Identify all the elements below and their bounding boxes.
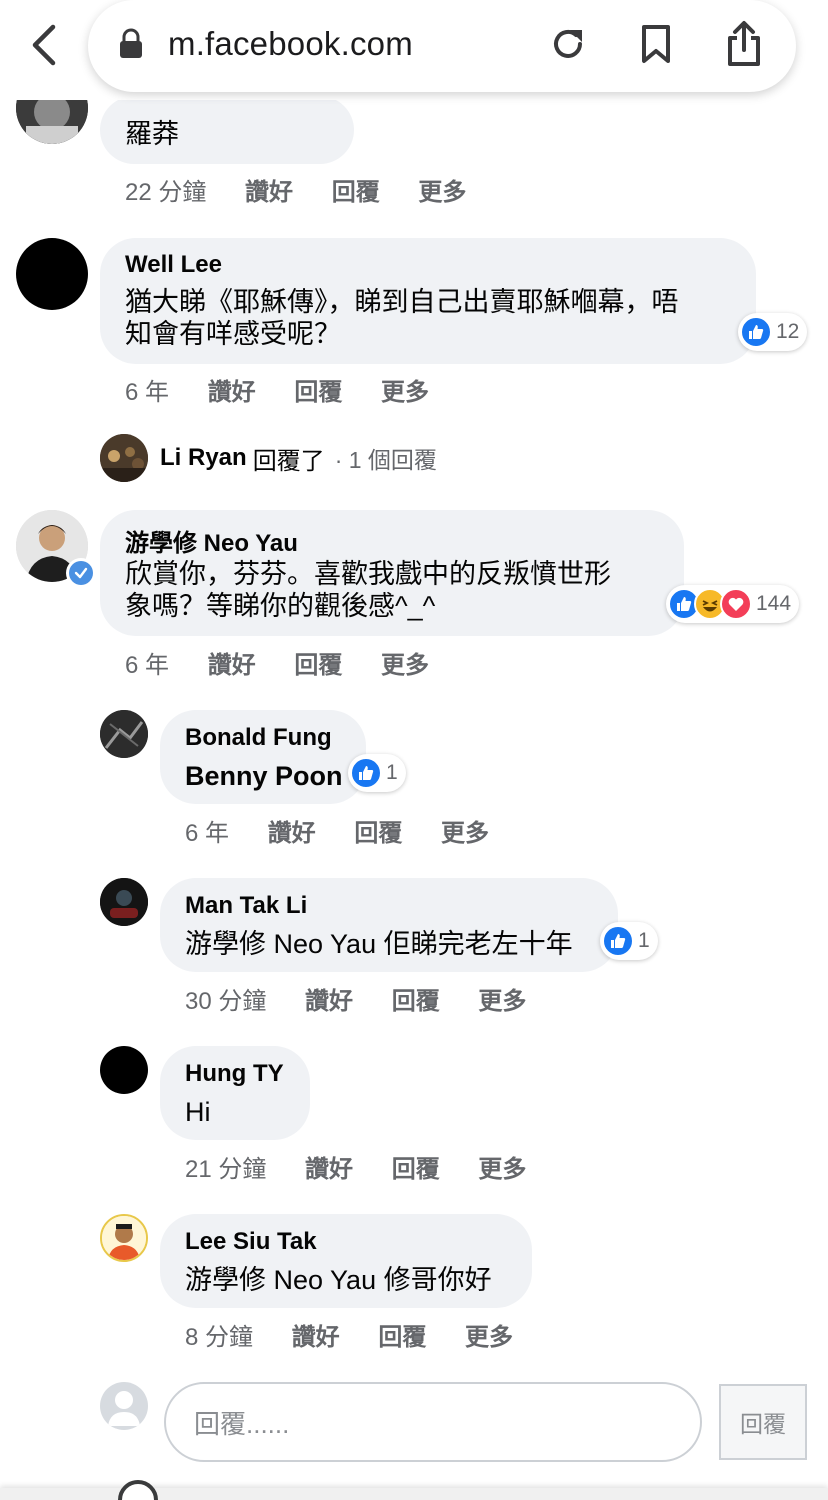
more-link[interactable]: 更多 xyxy=(381,379,429,406)
comment-text-line: 象嗎？等睇你的觀後感^_^ xyxy=(125,591,436,621)
comment-author[interactable]: 游學修 Neo Yau xyxy=(125,523,298,558)
avatar[interactable] xyxy=(100,710,148,758)
like-link[interactable]: 讚好 xyxy=(268,820,316,847)
reply-author[interactable]: Bonald Fung xyxy=(185,724,332,752)
reply-input-placeholder: 回覆...... xyxy=(194,1408,290,1439)
reply-input[interactable]: 回覆...... xyxy=(164,1382,702,1462)
reply-link[interactable]: 回覆 xyxy=(378,1324,426,1351)
back-button[interactable] xyxy=(24,22,64,68)
reply-meta: 30 分鐘 讚好 回覆 更多 xyxy=(185,981,558,1016)
reply-time: 30 分鐘 xyxy=(185,988,267,1015)
share-icon[interactable] xyxy=(724,20,764,68)
like-link[interactable]: 讚好 xyxy=(305,988,353,1015)
more-link[interactable]: 更多 xyxy=(441,820,489,847)
chevron-left-icon xyxy=(32,24,56,66)
avatar-photo-icon xyxy=(102,1216,146,1260)
avatar-photo-icon xyxy=(100,878,148,926)
reply-link[interactable]: 回覆 xyxy=(332,179,380,206)
comment-author[interactable]: Well Lee xyxy=(125,251,222,279)
reaction-count: 144 xyxy=(756,592,792,615)
reaction-summary[interactable]: 12 xyxy=(738,313,808,351)
url-text[interactable]: m.facebook.com xyxy=(168,25,413,63)
reply-link[interactable]: 回覆 xyxy=(354,820,402,847)
reply-time: 8 分鐘 xyxy=(185,1324,254,1351)
lock-icon xyxy=(120,28,142,58)
reply-author[interactable]: Hung TY xyxy=(185,1060,284,1088)
reaction-count: 1 xyxy=(638,929,650,952)
avatar[interactable] xyxy=(100,878,148,926)
like-link[interactable]: 讚好 xyxy=(245,179,293,206)
emoji-icon[interactable] xyxy=(118,1480,158,1500)
reaction-summary[interactable]: 144 xyxy=(666,585,800,623)
reply-submit-button[interactable]: 回覆 xyxy=(719,1384,807,1460)
more-link[interactable]: 更多 xyxy=(465,1324,513,1351)
browser-toolbar: m.facebook.com xyxy=(0,0,828,100)
reply-meta: 6 年 讚好 回覆 更多 xyxy=(185,813,521,848)
reaction-summary[interactable]: 1 xyxy=(600,922,658,960)
reply-text: Benny Poon xyxy=(185,761,343,791)
like-reaction-icon xyxy=(740,316,772,348)
comment-time: 6 年 xyxy=(125,379,170,406)
replies-count: · 1 個回覆 xyxy=(334,447,437,473)
bookmark-icon[interactable] xyxy=(638,24,674,64)
more-link[interactable]: 更多 xyxy=(478,988,526,1015)
reaction-count: 12 xyxy=(776,320,800,343)
more-link[interactable]: 更多 xyxy=(381,652,429,679)
like-link[interactable]: 讚好 xyxy=(305,1156,353,1183)
reply-link[interactable]: 回覆 xyxy=(392,1156,440,1183)
comment-time: 22 分鐘 xyxy=(125,179,207,206)
reply-author[interactable]: Man Tak Li xyxy=(185,892,307,920)
replies-text: 回覆了 xyxy=(252,447,325,475)
more-link[interactable]: 更多 xyxy=(418,179,466,206)
comment-meta: 6 年 讚好 回覆 更多 xyxy=(125,645,461,680)
reply-time: 21 分鐘 xyxy=(185,1156,267,1183)
comment-text-line: 猶大睇《耶穌傳》，睇到自己出賣耶穌嗰幕，唔 xyxy=(125,287,679,317)
avatar xyxy=(100,434,148,482)
like-link[interactable]: 讚好 xyxy=(208,652,256,679)
default-user-icon xyxy=(108,1391,140,1426)
avatar[interactable] xyxy=(100,1214,148,1262)
reload-icon[interactable] xyxy=(548,24,588,64)
like-reaction-icon xyxy=(602,925,634,957)
avatar[interactable] xyxy=(100,1046,148,1094)
avatar[interactable] xyxy=(16,238,88,310)
avatar-photo-icon xyxy=(100,434,148,482)
reply-link[interactable]: 回覆 xyxy=(392,988,440,1015)
view-replies-link[interactable]: Li Ryan 回覆了 · 1 個回覆 xyxy=(100,434,437,482)
comment-meta: 6 年 讚好 回覆 更多 xyxy=(125,372,461,407)
reply-meta: 21 分鐘 讚好 回覆 更多 xyxy=(185,1149,558,1184)
like-reaction-icon xyxy=(350,757,382,789)
page: m.facebook.com 羅莽 22 分鐘 讚好 回覆 更多 Well Le… xyxy=(0,0,828,1500)
comment-text: 羅莽 xyxy=(125,119,179,149)
comment-time: 6 年 xyxy=(125,652,170,679)
comment-text-line: 欣賞你，芬芬。喜歡我戲中的反叛憤世形 xyxy=(125,559,611,589)
like-link[interactable]: 讚好 xyxy=(292,1324,340,1351)
reply-text: 游學修 Neo Yau 修哥你好 xyxy=(185,1265,492,1295)
love-reaction-icon xyxy=(720,588,752,620)
reply-author[interactable]: Lee Siu Tak xyxy=(185,1228,317,1256)
reply-text: 游學修 Neo Yau 佢睇完老左十年 xyxy=(185,929,573,959)
comment-meta: 22 分鐘 讚好 回覆 更多 xyxy=(125,172,498,207)
reply-time: 6 年 xyxy=(185,820,230,847)
reply-meta: 8 分鐘 讚好 回覆 更多 xyxy=(185,1317,545,1352)
reply-link[interactable]: 回覆 xyxy=(294,379,342,406)
reaction-count: 1 xyxy=(386,761,398,784)
reaction-summary[interactable]: 1 xyxy=(348,754,406,792)
reply-text: Hi xyxy=(185,1097,211,1127)
like-link[interactable]: 讚好 xyxy=(208,379,256,406)
reply-author-name: Li Ryan xyxy=(160,444,247,471)
reply-link[interactable]: 回覆 xyxy=(294,652,342,679)
more-link[interactable]: 更多 xyxy=(478,1156,526,1183)
comment-text-line: 知會有咩感受呢？ xyxy=(125,319,341,349)
avatar-photo-icon xyxy=(100,710,148,758)
verified-badge-icon xyxy=(66,558,96,588)
current-user-avatar xyxy=(100,1382,148,1430)
